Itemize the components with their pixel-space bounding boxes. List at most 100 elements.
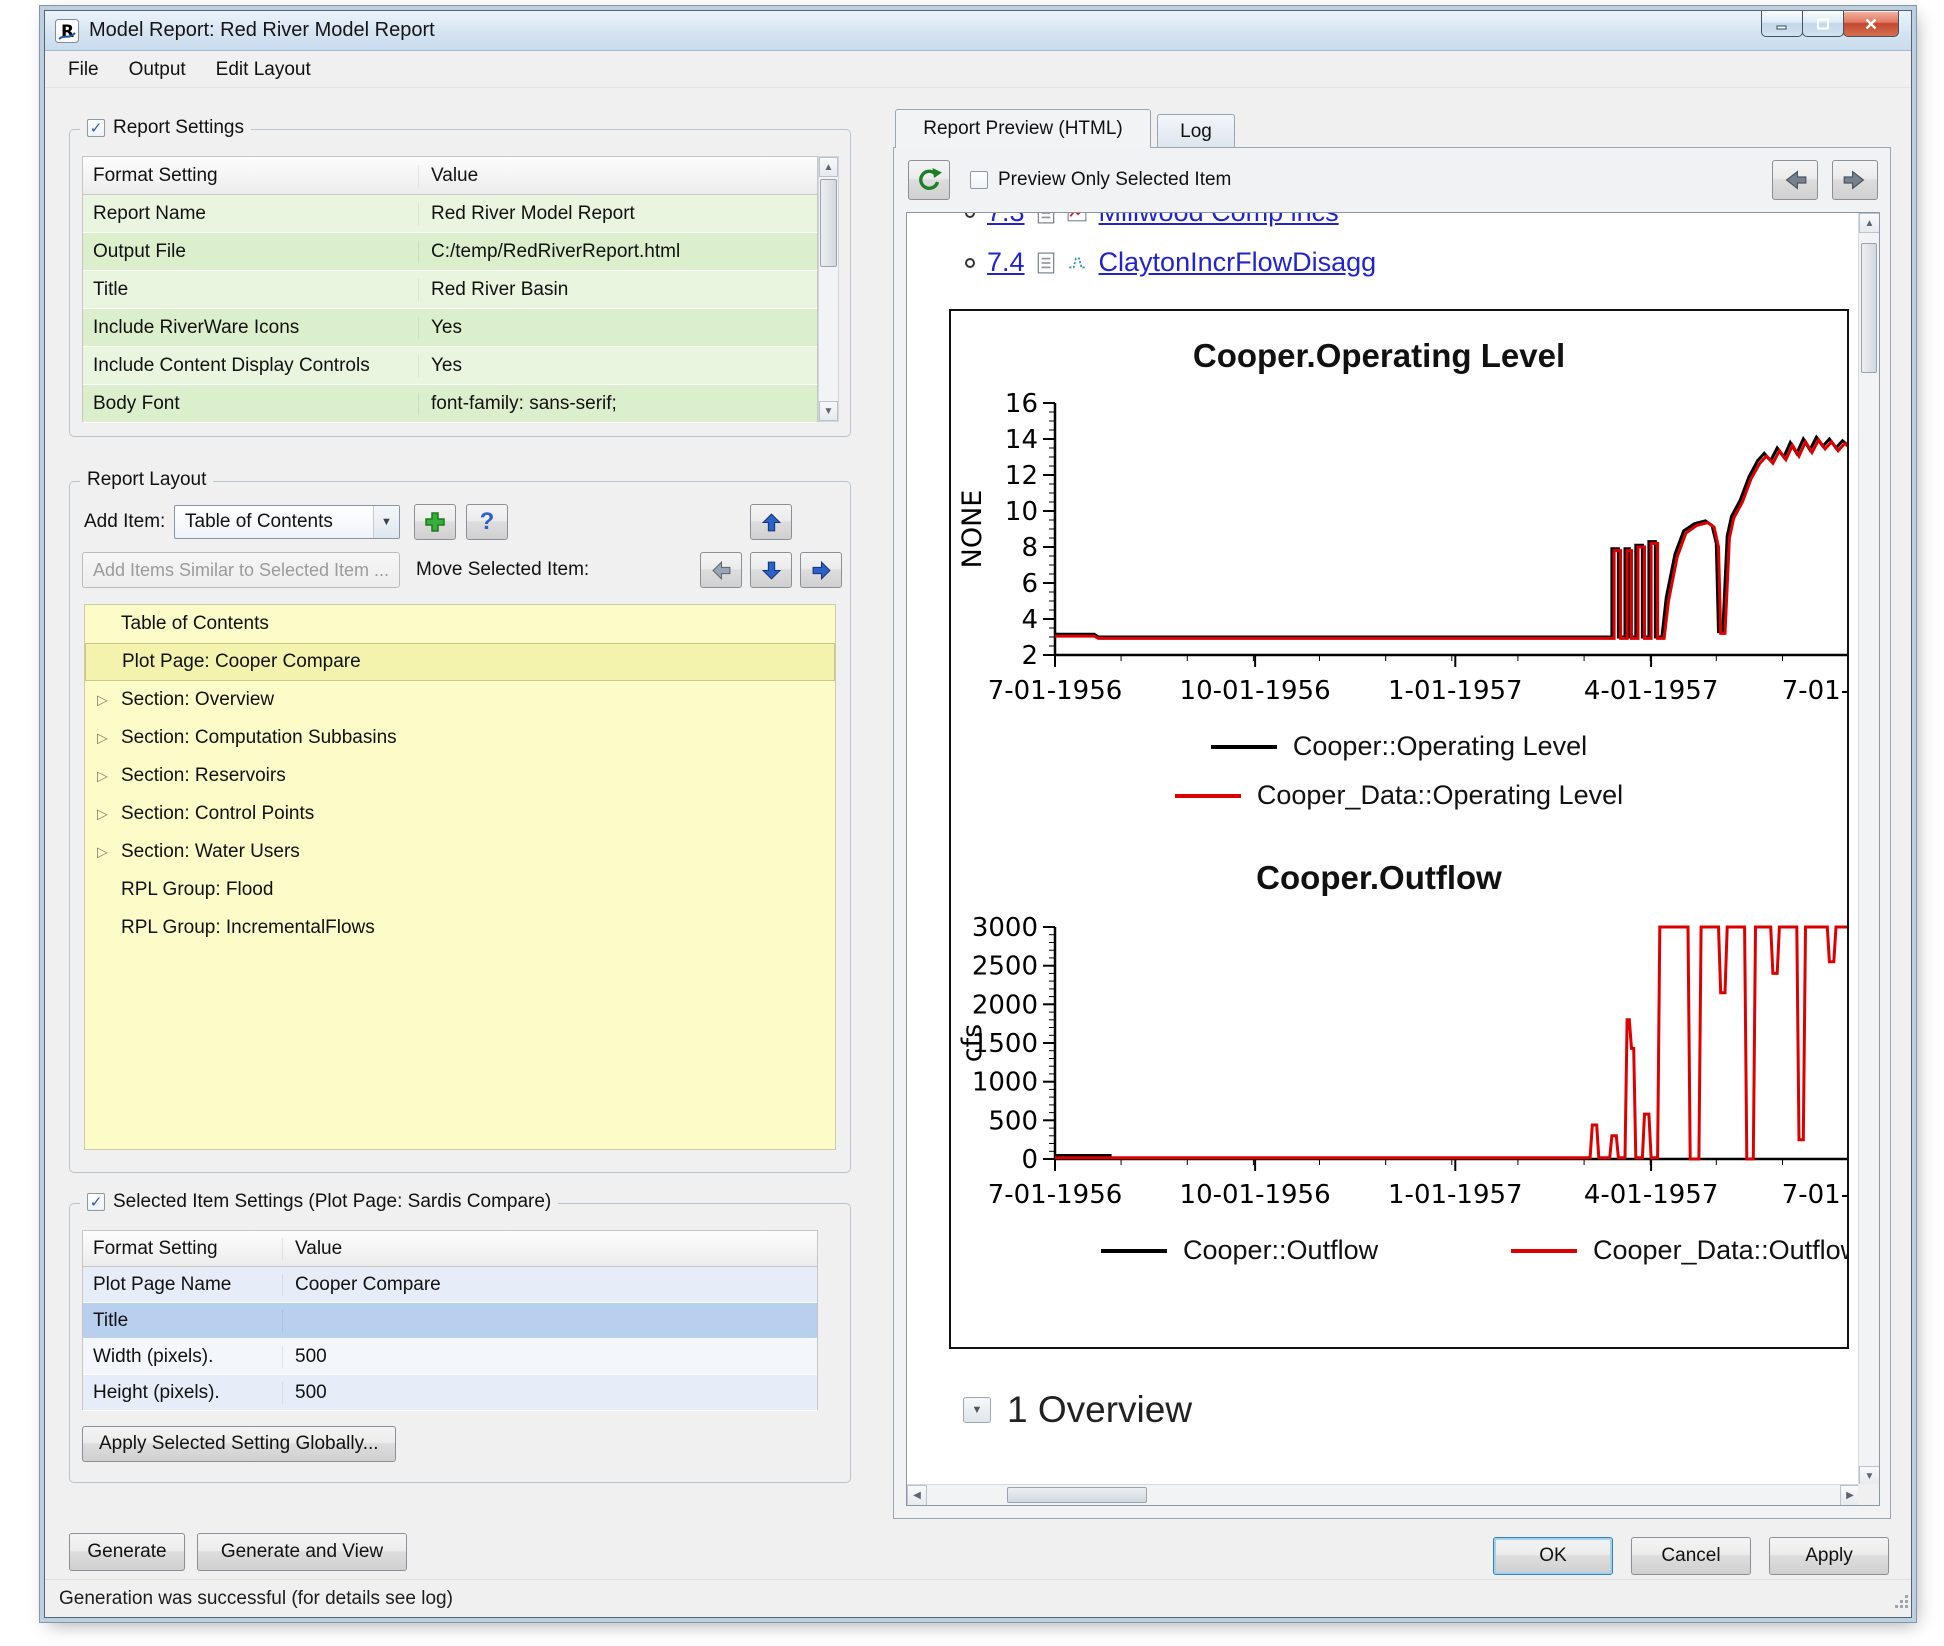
column-header-format-setting[interactable]: Format Setting	[83, 1238, 283, 1260]
layout-list-item[interactable]: Plot Page: Cooper Compare	[85, 643, 835, 681]
check-icon: ✓	[90, 1195, 103, 1210]
help-button[interactable]: ?	[466, 504, 508, 540]
scrollbar-thumb[interactable]	[1861, 243, 1877, 373]
cancel-button[interactable]: Cancel	[1631, 1537, 1751, 1575]
expand-triangle-icon[interactable]: ▷	[97, 806, 108, 823]
ok-button[interactable]: OK	[1493, 1537, 1613, 1575]
toc-label-link[interactable]: Millwood Comp incs	[1099, 212, 1339, 228]
model-report-window: R Model Report: Red River Model Report F…	[44, 10, 1912, 1618]
close-button[interactable]	[1843, 11, 1899, 37]
apply-button[interactable]: Apply	[1769, 1537, 1889, 1575]
selected-item-settings-checkbox[interactable]: ✓	[87, 1193, 105, 1211]
svg-text:2: 2	[1021, 641, 1038, 671]
setting-name-cell: Report Name	[83, 203, 419, 225]
refresh-button[interactable]	[908, 160, 950, 200]
scroll-down-icon[interactable]: ▼	[819, 401, 838, 421]
layout-list-item[interactable]: ▷Section: Control Points	[85, 795, 835, 833]
generate-and-view-button[interactable]: Generate and View	[197, 1533, 407, 1571]
column-header-value[interactable]: Value	[283, 1238, 817, 1260]
move-down-button[interactable]	[750, 552, 792, 588]
scrollbar-thumb[interactable]	[1007, 1487, 1147, 1503]
layout-list-item[interactable]: ▷Section: Water Users	[85, 833, 835, 871]
move-up-button[interactable]	[750, 504, 792, 540]
legend-line-swatch	[1511, 1249, 1577, 1253]
layout-list-item[interactable]: Table of Contents	[85, 605, 835, 643]
nav-back-button[interactable]	[1772, 160, 1818, 200]
svg-text:7-01-1956: 7-01-1956	[988, 676, 1123, 706]
preview-horizontal-scrollbar[interactable]: ◀ ▶	[907, 1484, 1860, 1505]
toc-number-link[interactable]: 7.4	[987, 247, 1025, 278]
setting-value-cell: C:/temp/RedRiverReport.html	[419, 241, 817, 263]
report-settings-checkbox[interactable]: ✓	[87, 119, 105, 137]
add-similar-button[interactable]: Add Items Similar to Selected Item ...	[82, 552, 400, 588]
report-layout-legend-text: Report Layout	[87, 469, 206, 491]
minimize-button[interactable]	[1761, 11, 1803, 37]
settings-table-row[interactable]: Height (pixels).500	[83, 1375, 817, 1411]
tab-log[interactable]: Log	[1157, 114, 1235, 148]
resize-grip[interactable]	[1893, 1593, 1909, 1615]
setting-name-cell: Title	[83, 279, 419, 301]
scroll-left-icon[interactable]: ◀	[907, 1485, 927, 1506]
selected-item-settings-rows: Plot Page NameCooper CompareTitleWidth (…	[83, 1267, 817, 1411]
scroll-up-icon[interactable]: ▲	[819, 157, 838, 177]
tab-report-preview[interactable]: Report Preview (HTML)	[895, 109, 1151, 148]
layout-item-label: Table of Contents	[121, 613, 269, 635]
generate-button[interactable]: Generate	[69, 1533, 185, 1571]
settings-table-row[interactable]: Include RiverWare IconsYes	[83, 309, 817, 347]
expand-triangle-icon[interactable]: ▷	[97, 844, 108, 861]
apply-globally-button[interactable]: Apply Selected Setting Globally...	[82, 1426, 396, 1462]
settings-table-row[interactable]: Title	[83, 1303, 817, 1339]
svg-text:500: 500	[988, 1106, 1038, 1136]
menu-edit-layout[interactable]: Edit Layout	[201, 54, 326, 86]
scrollbar-thumb[interactable]	[820, 179, 837, 267]
svg-text:4-01-1957: 4-01-1957	[1584, 676, 1719, 706]
add-item-combobox[interactable]: Table of Contents ▼	[174, 505, 400, 539]
settings-table-row[interactable]: Width (pixels).500	[83, 1339, 817, 1375]
settings-table-row[interactable]: Report NameRed River Model Report	[83, 195, 817, 233]
setting-value-cell: Red River Model Report	[419, 203, 817, 225]
section-collapse-dropdown[interactable]: ▼	[963, 1397, 991, 1423]
move-left-button[interactable]	[700, 552, 742, 588]
settings-table-row[interactable]: Output FileC:/temp/RedRiverReport.html	[83, 233, 817, 271]
setting-name-cell: Output File	[83, 241, 419, 263]
preview-viewport[interactable]: 7.3 Millwood Comp incs 7.4 ClaytonIncrFl…	[906, 212, 1880, 1506]
move-right-button[interactable]	[800, 552, 842, 588]
settings-table-row[interactable]: Body Fontfont-family: sans-serif;	[83, 385, 817, 423]
report-layout-group: Report Layout Add Item: Table of Content…	[69, 481, 851, 1173]
column-header-format-setting[interactable]: Format Setting	[83, 165, 419, 187]
scroll-down-icon[interactable]: ▼	[1859, 1466, 1880, 1486]
expand-triangle-icon[interactable]: ▷	[97, 730, 108, 747]
titlebar[interactable]: R Model Report: Red River Model Report	[45, 11, 1911, 51]
scroll-right-icon[interactable]: ▶	[1840, 1485, 1860, 1506]
menu-file[interactable]: File	[53, 54, 114, 86]
layout-list-item[interactable]: ▷Section: Reservoirs	[85, 757, 835, 795]
preview-only-checkbox[interactable]	[970, 171, 988, 189]
preview-vertical-scrollbar[interactable]: ▲ ▼	[1858, 213, 1879, 1486]
add-item-button[interactable]	[414, 504, 456, 540]
layout-list-item[interactable]: ▷Section: Overview	[85, 681, 835, 719]
toc-number-link[interactable]: 7.3	[987, 212, 1025, 228]
maximize-button[interactable]	[1802, 11, 1844, 37]
svg-text:1-01-1957: 1-01-1957	[1388, 676, 1523, 706]
up-arrow-icon	[761, 512, 782, 533]
settings-table-row[interactable]: Include Content Display ControlsYes	[83, 347, 817, 385]
layout-list-item[interactable]: RPL Group: Flood	[85, 871, 835, 909]
svg-text:1-01-1957: 1-01-1957	[1388, 1180, 1523, 1210]
report-settings-scrollbar[interactable]: ▲ ▼	[818, 156, 839, 422]
expand-triangle-icon[interactable]: ▷	[97, 768, 108, 785]
legend-entry: Cooper_Data::Operating Level	[1175, 780, 1623, 811]
scroll-up-icon[interactable]: ▲	[1859, 213, 1880, 233]
layout-list-item[interactable]: ▷Section: Computation Subbasins	[85, 719, 835, 757]
report-settings-group: ✓ Report Settings Format Setting Value R…	[69, 129, 851, 437]
toc-label-link[interactable]: ClaytonIncrFlowDisagg	[1099, 247, 1377, 278]
layout-list-item[interactable]: RPL Group: IncrementalFlows	[85, 909, 835, 947]
dropdown-arrow-icon[interactable]: ▼	[373, 506, 399, 538]
nav-forward-button[interactable]	[1832, 160, 1878, 200]
setting-value-cell: Cooper Compare	[283, 1274, 817, 1296]
wave-icon	[1067, 254, 1087, 272]
settings-table-row[interactable]: TitleRed River Basin	[83, 271, 817, 309]
settings-table-row[interactable]: Plot Page NameCooper Compare	[83, 1267, 817, 1303]
expand-triangle-icon[interactable]: ▷	[97, 692, 108, 709]
column-header-value[interactable]: Value	[419, 165, 817, 187]
menu-output[interactable]: Output	[114, 54, 201, 86]
